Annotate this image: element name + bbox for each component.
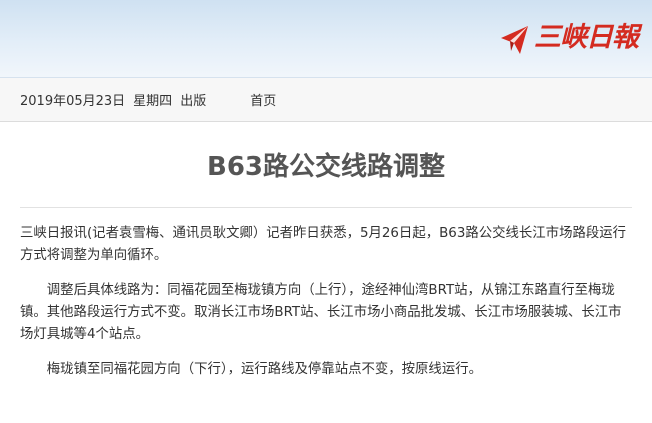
newspaper-page: 三峡日報 2019年05月23日 星期四 出版 首页 B63路公交线路调整 三峡… <box>0 0 652 381</box>
masthead-banner: 三峡日報 <box>0 0 652 78</box>
logo-wordmark: 三峡日報 <box>534 22 639 53</box>
edition-label: 出版 <box>180 94 207 109</box>
article-paragraph: 三峡日报讯(记者袁雪梅、通讯员耿文卿）记者昨日获悉，5月26日起，B63路公交线… <box>20 226 627 263</box>
newspaper-logo[interactable]: 三峡日報 <box>498 18 639 58</box>
publication-date: 2019年05月23日 <box>20 94 126 109</box>
article-paragraph: 调整后具体线路为：同福花园至梅珑镇方向（上行），途经神仙湾BRT站，从锦江东路直… <box>20 283 622 342</box>
article-title: B63路公交线路调整 <box>207 152 445 182</box>
article-body: 三峡日报讯(记者袁雪梅、通讯员耿文卿）记者昨日获悉，5月26日起，B63路公交线… <box>0 208 652 381</box>
paper-plane-logo-icon <box>501 26 528 54</box>
edition-info-bar: 2019年05月23日 星期四 出版 首页 <box>0 78 652 122</box>
publication-weekday: 星期四 <box>133 94 173 109</box>
home-link[interactable]: 首页 <box>250 90 276 109</box>
article-paragraph: 梅珑镇至同福花园方向（下行），运行路线及停靠站点不变，按原线运行。 <box>46 362 482 377</box>
